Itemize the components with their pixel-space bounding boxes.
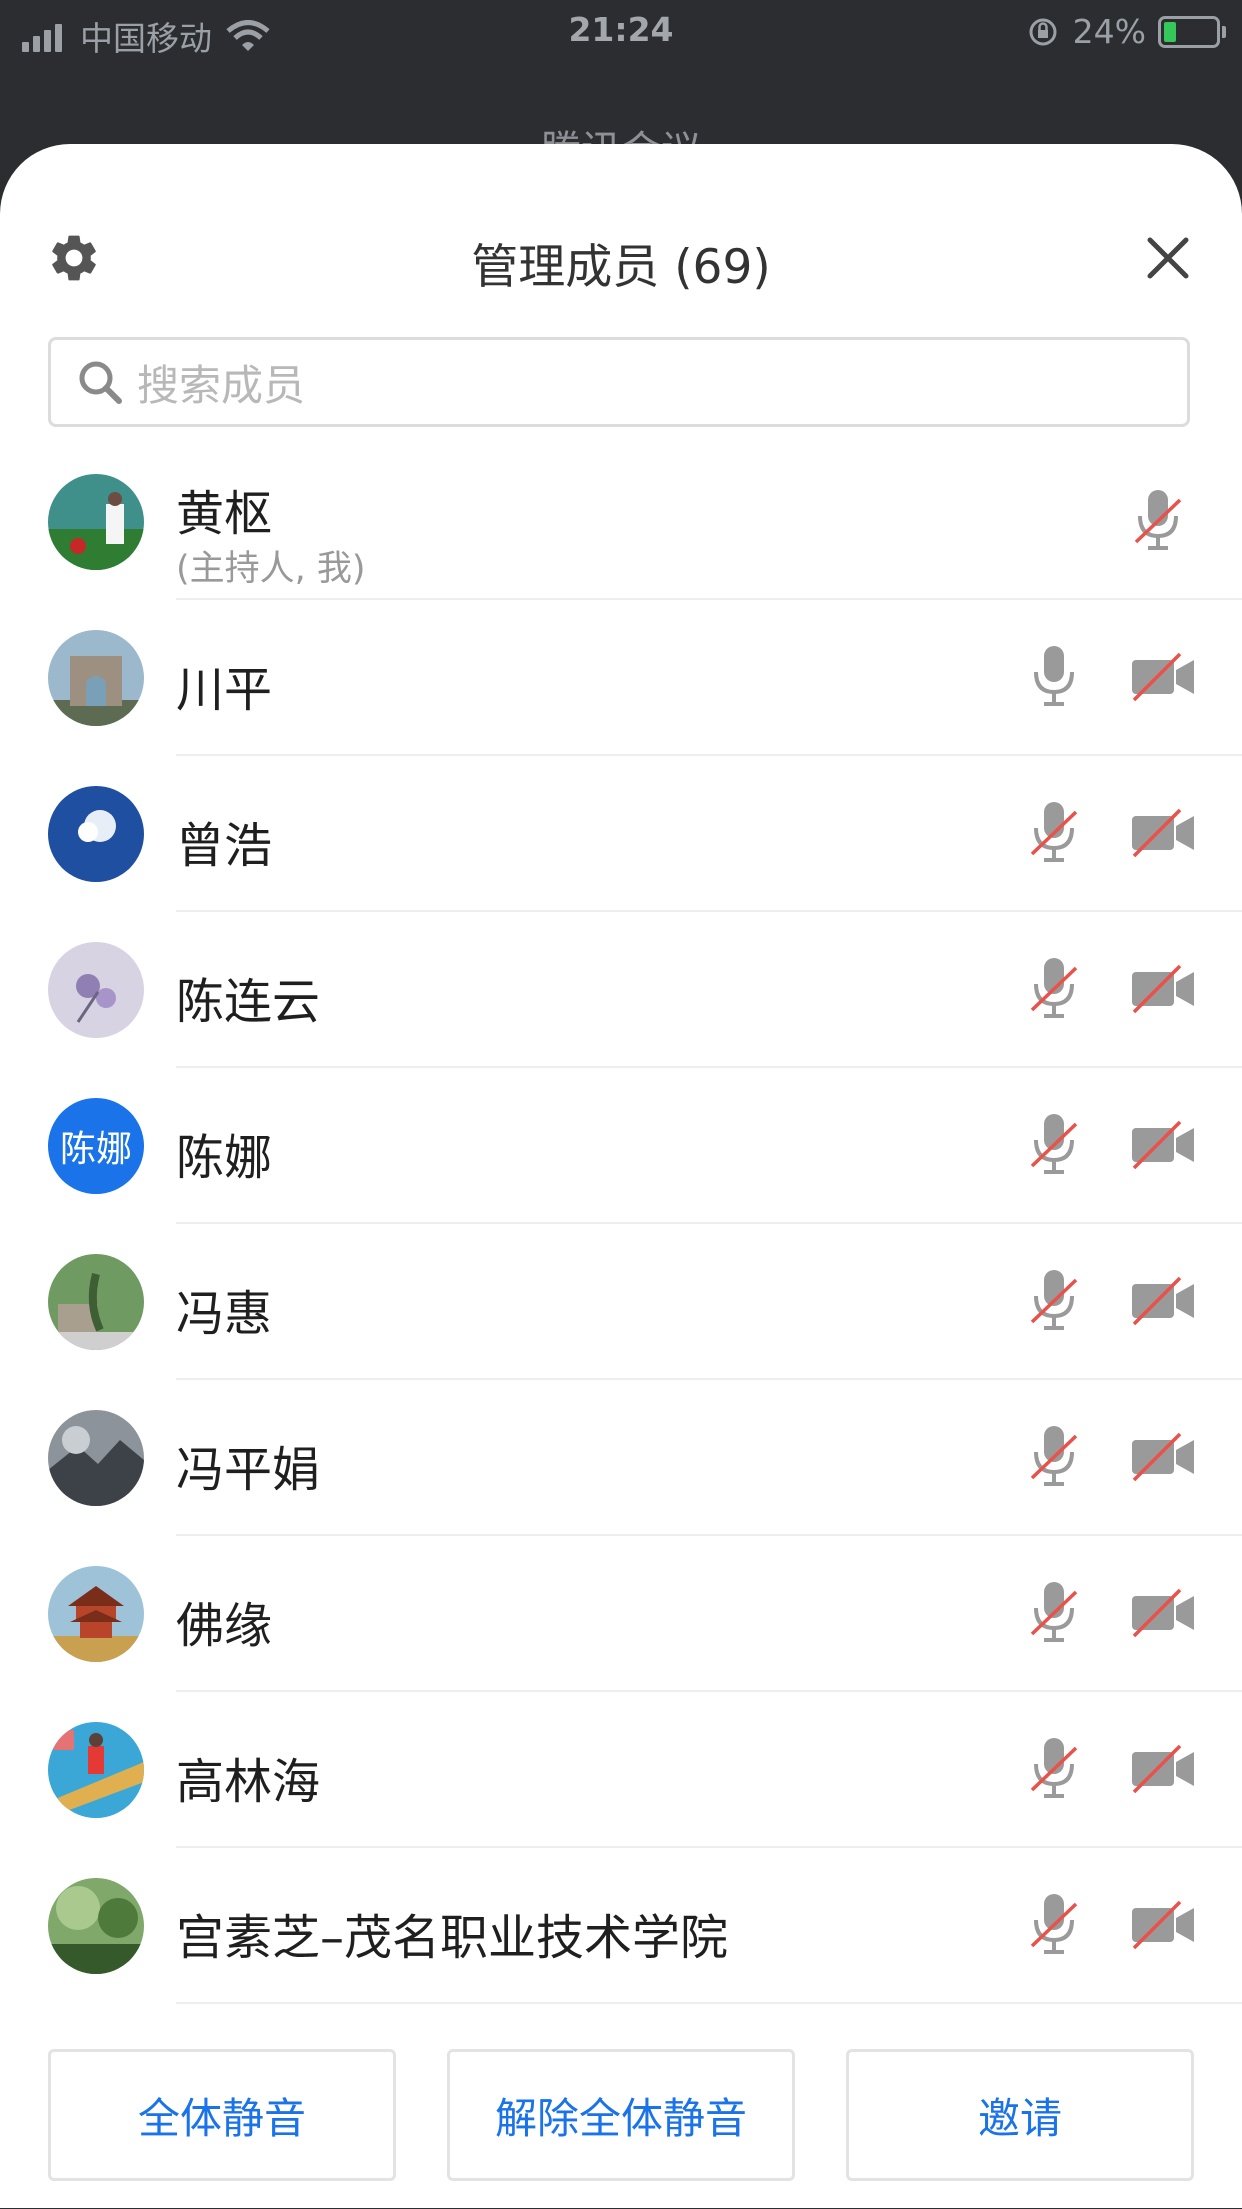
camera-off-icon[interactable]: [1130, 1586, 1196, 1640]
avatar: [48, 786, 144, 882]
member-row[interactable]: 陈娜 陈娜: [0, 1068, 1242, 1224]
orientation-lock-icon: [1029, 18, 1057, 45]
battery-percent: 24%: [1072, 12, 1146, 51]
close-icon[interactable]: [1142, 232, 1194, 284]
search-input[interactable]: 搜索成员: [48, 337, 1190, 427]
search-placeholder: 搜索成员: [137, 360, 306, 410]
microphone-icon[interactable]: [1024, 642, 1084, 712]
member-name: 陈连云: [176, 974, 321, 1030]
member-name: 高林海: [176, 1754, 321, 1810]
search-icon: [79, 361, 122, 404]
camera-off-icon[interactable]: [1130, 806, 1196, 860]
member-name: 冯惠: [176, 1286, 273, 1342]
avatar: [48, 1722, 144, 1818]
microphone-muted-icon[interactable]: [1024, 798, 1084, 868]
member-name: 曾浩: [176, 818, 273, 874]
microphone-muted-icon[interactable]: [1024, 1734, 1084, 1804]
avatar: [48, 942, 144, 1038]
member-name: 川平: [176, 662, 273, 718]
microphone-muted-icon[interactable]: [1024, 1890, 1084, 1960]
status-bar: 中国移动 21:24 24%: [0, 0, 1242, 64]
member-role: (主持人, 我): [176, 549, 366, 589]
camera-off-icon[interactable]: [1130, 962, 1196, 1016]
member-name: 宫素芝–茂名职业技术学院: [176, 1910, 729, 1966]
member-row[interactable]: 佛缘: [0, 1536, 1242, 1692]
avatar: [48, 1878, 144, 1974]
microphone-muted-icon[interactable]: [1024, 1110, 1084, 1180]
member-name: 冯平娟: [176, 1442, 321, 1498]
member-row[interactable]: 川平: [0, 600, 1242, 756]
camera-off-icon[interactable]: [1130, 1430, 1196, 1484]
avatar: [48, 1566, 144, 1662]
mute-all-button[interactable]: 全体静音: [48, 2049, 396, 2181]
manage-members-sheet: 管理成员 (69) 搜索成员 黄枢 (主持人, 我) 川平 曾浩 陈连云 陈娜 …: [0, 144, 1242, 2208]
camera-off-icon[interactable]: [1130, 1898, 1196, 1952]
battery-icon: [1158, 15, 1226, 48]
avatar: 陈娜: [48, 1098, 144, 1194]
camera-off-icon[interactable]: [1130, 1742, 1196, 1796]
member-name: 陈娜: [176, 1130, 273, 1186]
microphone-muted-icon[interactable]: [1128, 486, 1188, 556]
member-list: 黄枢 (主持人, 我) 川平 曾浩 陈连云 陈娜 陈娜 冯惠 冯平娟 佛缘 高林…: [0, 444, 1242, 2004]
member-row[interactable]: 陈连云: [0, 912, 1242, 1068]
unmute-all-button[interactable]: 解除全体静音: [447, 2049, 795, 2181]
member-row[interactable]: 冯平娟: [0, 1380, 1242, 1536]
microphone-muted-icon[interactable]: [1024, 954, 1084, 1024]
member-row[interactable]: 高林海: [0, 1692, 1242, 1848]
avatar: [48, 630, 144, 726]
avatar: [48, 1254, 144, 1350]
microphone-muted-icon[interactable]: [1024, 1578, 1084, 1648]
member-name: 黄枢: [176, 486, 273, 542]
microphone-muted-icon[interactable]: [1024, 1422, 1084, 1492]
sheet-title: 管理成员 (69): [471, 240, 771, 295]
camera-off-icon[interactable]: [1130, 1274, 1196, 1328]
member-row[interactable]: 黄枢 (主持人, 我): [0, 444, 1242, 600]
member-row[interactable]: 宫素芝–茂名职业技术学院: [0, 1848, 1242, 2004]
camera-off-icon[interactable]: [1130, 650, 1196, 704]
footer-actions: 全体静音 解除全体静音 邀请: [0, 2049, 1242, 2209]
camera-off-icon[interactable]: [1130, 1118, 1196, 1172]
member-row[interactable]: 曾浩: [0, 756, 1242, 912]
member-row[interactable]: 冯惠: [0, 1224, 1242, 1380]
avatar: [48, 474, 144, 570]
invite-button[interactable]: 邀请: [846, 2049, 1194, 2181]
microphone-muted-icon[interactable]: [1024, 1266, 1084, 1336]
member-name: 佛缘: [176, 1598, 273, 1654]
avatar: [48, 1410, 144, 1506]
